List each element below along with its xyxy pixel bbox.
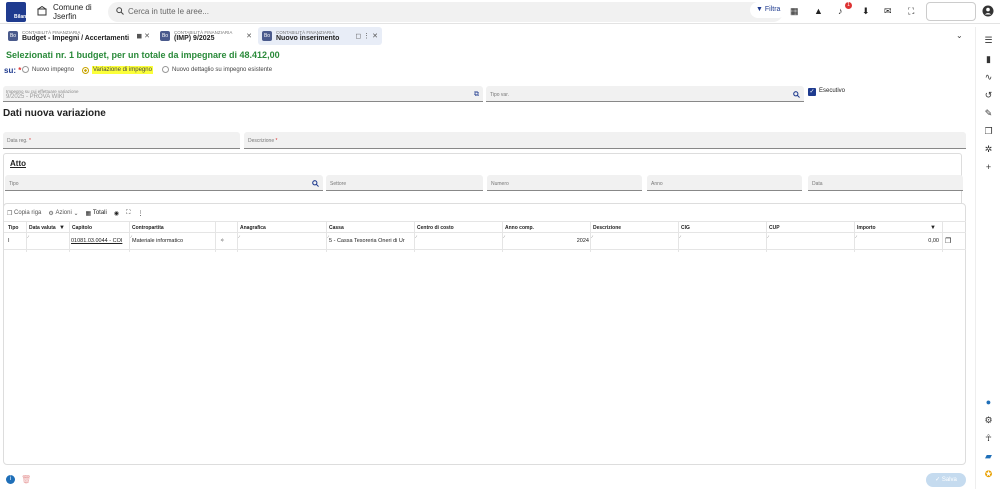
col-anno-comp[interactable]: Anno comp. (505, 225, 534, 231)
esecutivo-checkbox[interactable]: ✓ (808, 88, 816, 96)
cell-capitolo[interactable]: 01081.03.0044 - COI (71, 238, 129, 244)
data-reg-field[interactable]: Data reg. * (3, 132, 240, 149)
col-cup[interactable]: CUP (769, 225, 780, 231)
alert-icon[interactable]: ▲ (814, 6, 826, 18)
network-icon[interactable]: ✲ (983, 144, 994, 155)
su-label: su: * (4, 66, 22, 75)
module-icon: Bo (8, 31, 18, 41)
atto-data-field[interactable]: Data (808, 175, 963, 191)
building-icon[interactable] (37, 6, 47, 16)
descrizione-field[interactable]: Descrizione * (244, 132, 966, 149)
col-anagrafica[interactable]: Anagrafica (240, 225, 266, 231)
pin-icon[interactable]: ✎ (983, 108, 994, 119)
info-icon[interactable]: i (6, 475, 15, 484)
tab-nuovo-inserimento[interactable]: Bo CONTABILITÀ FINANZIARIA Nuovo inserim… (258, 27, 382, 45)
grid-header: Tipo Data valuta ▼ Capitolo Contropartit… (4, 221, 966, 233)
actions-menu[interactable]: ⚙ Azioni ⌄ (48, 210, 78, 217)
atto-tipo-field[interactable]: Tipo (5, 175, 323, 191)
right-sidebar: ☰ ▮ ∿ ↺ ✎ ❐ ✲ + ● ⚙ ☥ ▰ ✪ (975, 27, 1000, 489)
search-input[interactable]: Cerca in tutte le aree... (128, 7, 209, 16)
cell-cassa[interactable]: 5 - Cassa Tesoreria Oneri di Ur (329, 238, 413, 244)
table-row[interactable]: I ⁄ 01081.03.0044 - COI ⁄ Materiale info… (4, 233, 966, 250)
grid-icon[interactable]: ▦ (790, 6, 802, 18)
filter-icon[interactable]: ▼ (59, 225, 65, 231)
grid-toolbar: ❐ Copia riga ⚙ Azioni ⌄ ▦ Totali ◉ ⛶ ⋮ (7, 208, 150, 218)
search-icon[interactable] (793, 91, 800, 98)
download-icon[interactable]: ⬇ (862, 6, 874, 18)
col-capitolo[interactable]: Capitolo (72, 225, 92, 231)
cell-anno-comp[interactable]: 2024 (505, 238, 589, 244)
footer-bar: i 🗑 ✓ Salva (0, 471, 975, 489)
col-centro-di-costo[interactable]: Centro di costo (417, 225, 454, 231)
col-descrizione[interactable]: Descrizione (593, 225, 621, 231)
tab-imp[interactable]: Bo CONTABILITÀ FINANZIARIA (IMP) 9/2025 … (156, 27, 256, 45)
mail-icon[interactable]: ✉ (884, 6, 896, 18)
totals-button[interactable]: ▦ Totali (86, 210, 107, 217)
module-icon: Bo (160, 31, 170, 41)
trash-icon[interactable]: 🗑 (21, 475, 31, 484)
open-external-icon[interactable]: ⧉ (474, 91, 479, 99)
gear-icon[interactable]: ⚙ (983, 415, 994, 426)
organization-name[interactable]: Comune di Jserfin (53, 3, 92, 21)
copy-row-button[interactable]: ❐ Copia riga (7, 210, 41, 217)
tipo-var-field[interactable]: Tipo var. (486, 86, 804, 102)
cell-contropartita[interactable]: Materiale informatico (132, 238, 214, 244)
expand-icon[interactable]: ⛶ (126, 210, 130, 217)
search-icon (116, 7, 124, 15)
tab-actions[interactable]: ◼ ✕ (136, 32, 150, 40)
save-button[interactable]: ✓ Salva (926, 473, 966, 487)
impegno-field[interactable]: Impegno su cui effettuare variazione 9/2… (3, 86, 483, 102)
col-contropartita[interactable]: Contropartita (132, 225, 164, 231)
global-search[interactable]: Cerca in tutte le aree... (108, 2, 783, 22)
chat-icon[interactable]: ▰ (983, 451, 994, 462)
search-icon[interactable] (312, 180, 319, 187)
tab-actions[interactable]: ◻ ⋮ ✕ (355, 32, 378, 40)
col-data-valuta[interactable]: Data valuta (29, 225, 56, 231)
document-tabs: Bo CONTABILITÀ FINANZIARIA Budget - Impe… (0, 27, 970, 45)
atto-title: Atto (10, 159, 26, 168)
copy-icon[interactable]: ❐ (983, 126, 994, 137)
context-selector[interactable] (926, 2, 976, 21)
filter-button[interactable]: ▼ Filtra (750, 2, 787, 18)
fullscreen-icon[interactable]: ⛶ (908, 6, 920, 18)
cell-tipo: I (8, 238, 10, 244)
module-icon: Bo (262, 31, 272, 41)
col-importo[interactable]: Importo (857, 225, 876, 231)
tab-budget[interactable]: Bo CONTABILITÀ FINANZIARIA Budget - Impe… (4, 27, 154, 45)
radio-variazione-impegno[interactable]: Variazione di impegno (82, 66, 153, 74)
location-icon[interactable]: ● (983, 397, 994, 408)
top-bar: Bilance Comune di Jserfin Cerca in tutte… (0, 0, 1000, 24)
history-icon[interactable]: ↺ (983, 90, 994, 101)
user-icon[interactable] (982, 5, 994, 17)
esecutivo-label: Esecutivo (819, 88, 846, 94)
more-icon[interactable]: ⋮ (137, 210, 143, 217)
list-icon[interactable]: ☰ (983, 35, 994, 46)
app-logo[interactable]: Bilance (6, 2, 32, 22)
cell-importo[interactable]: 0,00 (857, 238, 939, 244)
eye-icon[interactable]: ◉ (114, 210, 119, 217)
atto-settore-field[interactable]: Settore (326, 175, 483, 191)
atto-anno-field[interactable]: Anno (647, 175, 802, 191)
copy-icon[interactable]: ❐ (945, 237, 951, 245)
accessibility-icon[interactable]: ☥ (983, 433, 994, 444)
magic-wand-icon[interactable]: ✧ (220, 238, 225, 244)
radio-nuovo-impegno[interactable]: Nuovo impegno (22, 66, 74, 73)
plus-icon[interactable]: + (983, 162, 994, 173)
filter-icon[interactable]: ▼ (930, 225, 936, 231)
radio-nuovo-dettaglio[interactable]: Nuovo dettaglio su impegno esistente (162, 66, 272, 73)
detail-grid: ❐ Copia riga ⚙ Azioni ⌄ ▦ Totali ◉ ⛶ ⋮ T… (3, 203, 966, 465)
chevron-down-icon[interactable]: ⌄ (956, 31, 963, 40)
notification-badge: 1 (845, 2, 852, 9)
trend-icon[interactable]: ∿ (983, 72, 994, 83)
col-cassa[interactable]: Cassa (329, 225, 344, 231)
book-icon[interactable]: ▮ (983, 54, 994, 65)
col-tipo[interactable]: Tipo (8, 225, 18, 231)
selection-summary: Selezionati nr. 1 budget, per un totale … (6, 50, 280, 60)
section-title: Dati nuova variazione (3, 108, 106, 119)
col-cig[interactable]: CIG (681, 225, 690, 231)
close-icon[interactable]: ✕ (246, 32, 252, 40)
atto-numero-field[interactable]: Numero (487, 175, 642, 191)
help-icon[interactable]: ✪ (983, 469, 994, 480)
main-content: Selezionati nr. 1 budget, per un totale … (0, 45, 970, 489)
